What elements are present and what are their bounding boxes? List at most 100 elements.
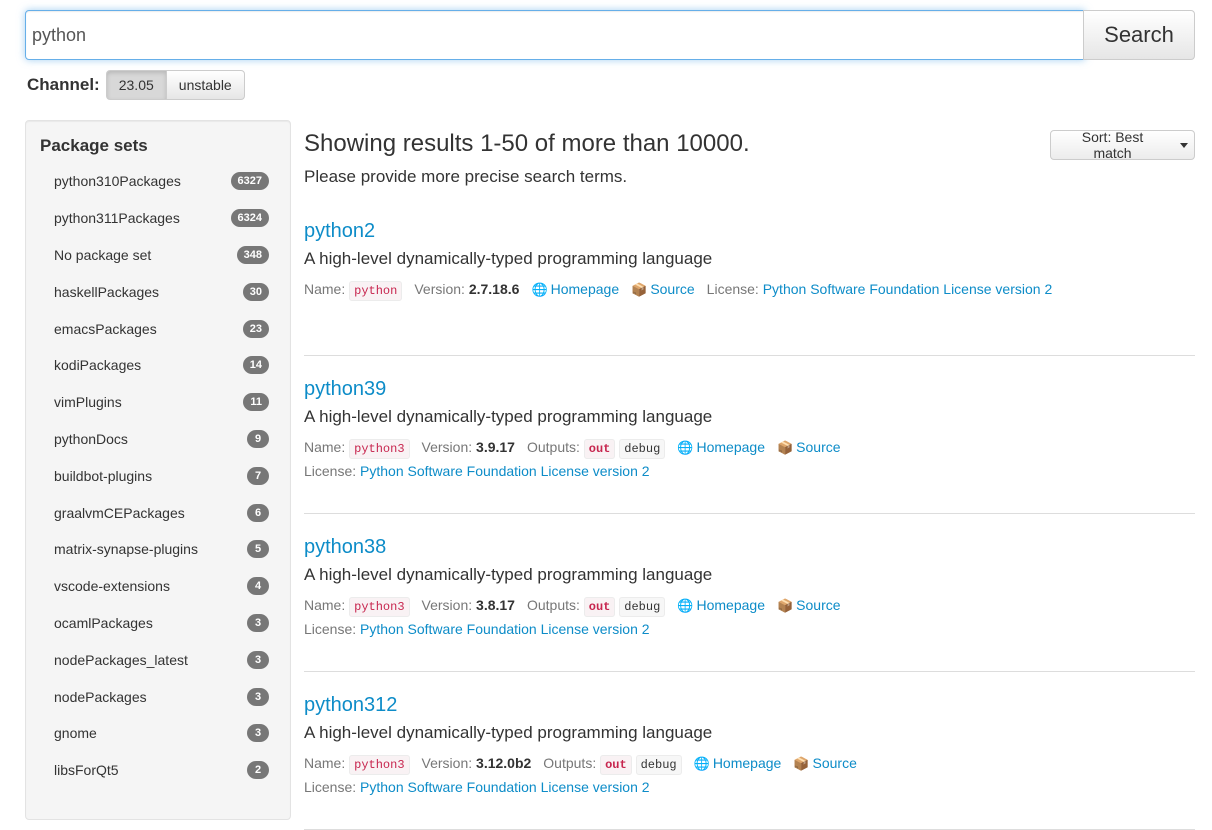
license: License: Python Software Foundation Lice… (304, 618, 650, 640)
license-link[interactable]: Python Software Foundation License versi… (360, 463, 650, 479)
sidebar-item[interactable]: python311Packages 6324 (26, 200, 290, 237)
license: License: Python Software Foundation Lice… (304, 460, 650, 482)
package-name-link[interactable]: python2 (304, 218, 1195, 248)
attr-name-code: python (349, 281, 403, 301)
version-value: 3.12.0b2 (476, 755, 532, 771)
homepage-link[interactable]: 🌐 Homepage (531, 278, 619, 301)
package-description: A high-level dynamically-typed programmi… (304, 723, 713, 742)
output-code: debug (619, 439, 666, 459)
attr-name: Name: python3 (304, 436, 410, 460)
package-description: A high-level dynamically-typed programmi… (304, 565, 713, 584)
sidebar-item[interactable]: emacsPackages 23 (26, 310, 290, 347)
count-badge: 6327 (230, 172, 269, 191)
sidebar-item[interactable]: python310Packages 6327 (26, 163, 290, 200)
caret-down-icon (1180, 142, 1188, 148)
package-meta: Name: python3 Version: 3.9.17 Outputs: out… (304, 436, 1195, 482)
sidebar-item[interactable]: libsForQt5 2 (26, 752, 290, 789)
source-link[interactable]: 📦 Source (777, 594, 841, 617)
result-item: python39 A high-level dynamically-typed p… (304, 356, 1195, 514)
globe-icon: 🌐 (677, 598, 694, 613)
count-badge: 2 (247, 761, 269, 780)
version: Version: 2.7.18.6 (414, 278, 519, 300)
name-label: Name: (304, 439, 346, 455)
sidebar-item-label: kodiPackages (54, 357, 142, 374)
license-link[interactable]: Python Software Foundation License versi… (360, 621, 650, 637)
homepage-label: Homepage (696, 439, 765, 455)
homepage-link[interactable]: 🌐 Homepage (677, 436, 765, 459)
outputs: Outputs: out debug (527, 594, 666, 618)
sidebar-item[interactable]: matrix-synapse-plugins 5 (26, 531, 290, 568)
sidebar-item-label: vscode-extensions (54, 578, 170, 595)
result-item: python2 A high-level dynamically-typed pr… (304, 218, 1195, 356)
version-label: Version: (421, 439, 473, 455)
attr-name: Name: python3 (304, 752, 410, 776)
sidebar-item-label: gnome (54, 725, 97, 742)
package-name-link[interactable]: python38 (304, 534, 1195, 564)
sidebar-item[interactable]: graalvmCEPackages 6 (26, 494, 290, 531)
license-label: License: (304, 779, 357, 795)
package-name-link[interactable]: python39 (304, 376, 1195, 406)
license: License: Python Software Foundation Lice… (304, 776, 650, 798)
count-badge: 7 (247, 466, 269, 485)
count-badge: 11 (243, 393, 269, 412)
channel-button-unstable[interactable]: unstable (165, 70, 245, 100)
package-sets-sidebar: Package sets python310Packages 6327 python… (25, 120, 291, 820)
license-label: License: (304, 463, 357, 479)
sidebar-item-label: graalvmCEPackages (54, 504, 185, 521)
sidebar-item[interactable]: nodePackages_latest 3 (26, 641, 290, 678)
sidebar-item[interactable]: ocamlPackages 3 (26, 605, 290, 642)
sort-dropdown[interactable]: Sort: Best match (1050, 129, 1195, 161)
sidebar-item[interactable]: vscode-extensions 4 (26, 568, 290, 605)
search-button[interactable]: Search (1083, 10, 1195, 60)
attr-name: Name: python3 (304, 594, 410, 618)
source-label: Source (812, 755, 857, 771)
homepage-link[interactable]: 🌐 Homepage (694, 752, 782, 775)
version-label: Version: (421, 755, 473, 771)
output-code: debug (619, 597, 666, 617)
version: Version: 3.9.17 (422, 436, 515, 458)
globe-icon: 🌐 (693, 756, 710, 771)
globe-icon: 🌐 (531, 282, 548, 297)
sort-label: Sort: Best match (1081, 129, 1144, 161)
sidebar-item[interactable]: No package set 348 (26, 237, 290, 274)
sidebar-item[interactable]: pythonDocs 9 (26, 421, 290, 458)
sidebar-item-label: libsForQt5 (54, 762, 119, 779)
globe-icon: 🌐 (677, 440, 694, 455)
source-link[interactable]: 📦 Source (631, 278, 695, 301)
sidebar-item-label: nodePackages (54, 688, 147, 705)
result-item: python38 A high-level dynamically-typed p… (304, 514, 1195, 672)
version-value: 2.7.18.6 (468, 281, 520, 297)
count-badge: 14 (242, 356, 269, 375)
attr-name-code: python3 (349, 597, 410, 617)
outputs: Outputs: out debug (543, 752, 682, 776)
sidebar-item[interactable]: kodiPackages 14 (26, 347, 290, 384)
channel-button-23-05[interactable]: 23.05 (105, 70, 167, 100)
package-meta: Name: python3 Version: 3.8.17 Outputs: out… (304, 594, 1195, 640)
homepage-label: Homepage (696, 597, 765, 613)
version-value: 3.9.17 (476, 439, 515, 455)
sidebar-item[interactable]: buildbot-plugins 7 (26, 457, 290, 494)
package-name-link[interactable]: python312 (304, 692, 1195, 722)
license-label: License: (304, 621, 357, 637)
output-code: out (583, 439, 616, 459)
package-set-list: python310Packages 6327 python311Packages 63… (26, 163, 290, 789)
license-link[interactable]: Python Software Foundation License versi… (763, 281, 1053, 297)
sidebar-item[interactable]: vimPlugins 11 (26, 384, 290, 421)
sidebar-item[interactable]: nodePackages 3 (26, 678, 290, 715)
sidebar-item[interactable]: haskellPackages 30 (26, 273, 290, 310)
result-item: python312 A high-level dynamically-typed … (304, 672, 1195, 830)
attr-name-code: python3 (349, 439, 410, 459)
search-input[interactable] (25, 10, 1085, 60)
sidebar-item-label: matrix-synapse-plugins (54, 541, 198, 558)
source-link[interactable]: 📦 Source (777, 436, 841, 459)
attr-name: Name: python (304, 278, 403, 302)
license-link[interactable]: Python Software Foundation License versi… (360, 779, 650, 795)
results-subheading: Please provide more precise search terms… (304, 167, 628, 186)
version-value: 3.8.17 (476, 597, 515, 613)
source-link[interactable]: 📦 Source (793, 752, 857, 775)
sidebar-item[interactable]: gnome 3 (26, 715, 290, 752)
version: Version: 3.12.0b2 (422, 752, 532, 774)
name-label: Name: (304, 281, 346, 297)
package-description: A high-level dynamically-typed programmi… (304, 249, 713, 268)
homepage-link[interactable]: 🌐 Homepage (677, 594, 765, 617)
